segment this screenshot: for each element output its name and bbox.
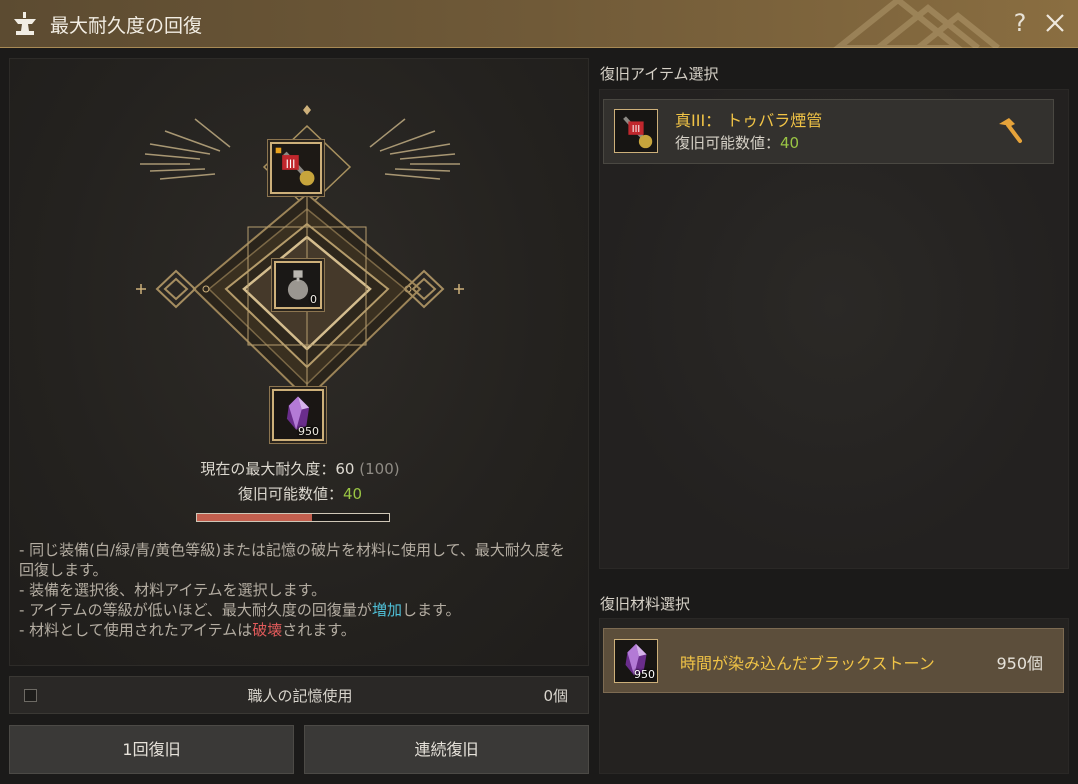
item-recoverable-value: 40 (780, 134, 800, 152)
increase-highlight: 増加 (371, 601, 402, 619)
recoverable-value: 40 (342, 485, 363, 503)
target-equipment-slot[interactable]: III (270, 142, 322, 194)
description-text: - 同じ装備(白/緑/青/黄色等級)または記憶の破片を材料に使用して、最大耐久度… (19, 540, 579, 640)
description-line-4-post: されます。 (282, 621, 356, 639)
current-max-base: (100) (359, 460, 400, 478)
item-recoverable-label: 復旧可能数値： (675, 134, 781, 152)
memory-fragment-count: 0 (310, 293, 317, 306)
current-max-value: 60 (335, 460, 355, 478)
material-count: 950 (298, 425, 319, 438)
title-bar: 最大耐久度の回復 ? (0, 0, 1078, 48)
current-max-label: 現在の最大耐久度： (200, 460, 336, 478)
restore-continuous-button[interactable]: 連続復旧 (304, 725, 589, 774)
craftsman-memory-count: 0個 (543, 687, 568, 705)
window-title: 最大耐久度の回復 (50, 15, 203, 37)
description-line-1: - 同じ装備(白/緑/青/黄色等級)または記憶の破片を材料に使用して、最大耐久度… (19, 541, 565, 579)
description-line-2: - 装備を選択後、材料アイテムを選択します。 (19, 581, 327, 599)
material-entry-icon: 950 (614, 639, 658, 683)
item-name: 真III： トゥバラ煙管 (675, 111, 823, 130)
material-count-total: 950個 (996, 654, 1043, 673)
title-decoration (833, 0, 1000, 48)
description-line-3-pre: - アイテムの等級が低いほど、最大耐久度の回復量が (19, 601, 372, 619)
durability-progress-bar (196, 513, 390, 522)
item-grade-badge: III (632, 124, 640, 135)
grade-badge-text: III (286, 158, 296, 171)
description-line-4: - 材料として使用されたアイテムは破壊されます。 (19, 620, 579, 640)
material-section-title: 復旧材料選択 (600, 595, 691, 613)
destroy-highlight: 破壊 (252, 621, 283, 639)
restore-once-button[interactable]: 1回復旧 (9, 725, 294, 774)
durability-progress-fill (197, 514, 313, 521)
material-list-entry[interactable]: 950 時間が染み込んだブラックストーン 950個 (603, 628, 1064, 693)
description-line-3-post: します。 (401, 601, 461, 619)
current-max-durability: 現在の最大耐久度：60 (100) (10, 458, 590, 479)
hammer-icon[interactable] (993, 114, 1025, 146)
item-entry-icon: III (614, 109, 658, 153)
description-line-3: - アイテムの等級が低いほど、最大耐久度の回復量が増加します。 (19, 600, 579, 620)
help-button[interactable]: ? (1009, 9, 1031, 37)
memory-fragment-slot[interactable]: 0 (274, 261, 322, 309)
anvil-icon (14, 12, 36, 35)
item-recoverable: 復旧可能数値：40 (675, 132, 799, 153)
recoverable-amount: 復旧可能数値：40 (10, 483, 590, 504)
item-list-entry[interactable]: III 真III： トゥバラ煙管 復旧可能数値：40 (603, 99, 1054, 164)
close-icon[interactable] (1044, 12, 1066, 34)
restore-panel: III 0 950 現在の最大耐久度：60 (100) 復旧可能数値：40 - … (9, 58, 589, 666)
recoverable-label: 復旧可能数値： (237, 485, 343, 503)
item-section-title: 復旧アイテム選択 (600, 65, 719, 83)
material-name: 時間が染み込んだブラックストーン (680, 654, 935, 673)
material-slot[interactable]: 950 (272, 389, 324, 441)
craftsman-memory-label: 職人の記憶使用 (247, 687, 353, 705)
description-line-4-pre: - 材料として使用されたアイテムは (19, 621, 253, 639)
pipe-item-icon: III (272, 144, 320, 192)
pipe-item-icon: III (623, 116, 653, 149)
craftsman-memory-row: 職人の記憶使用 0個 (9, 676, 589, 714)
material-entry-count-badge: 950 (634, 668, 655, 681)
